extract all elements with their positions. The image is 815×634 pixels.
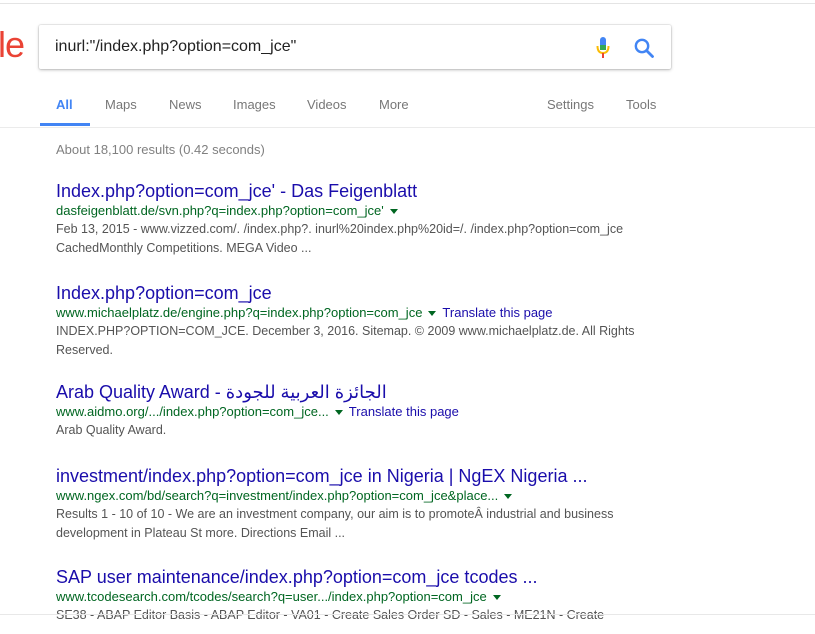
tab-news[interactable]: News [169,97,202,112]
caret-down-icon[interactable] [504,494,513,500]
tab-more[interactable]: More [379,97,409,112]
translate-link[interactable]: Translate this page [442,305,552,320]
search-tabs: All Maps News Images Videos More Setting… [40,86,815,126]
result-url-line: www.michaelplatz.de/engine.php?q=index.p… [56,304,676,322]
bottom-divider [0,614,815,615]
search-result: SAP user maintenance/index.php?option=co… [56,566,676,620]
result-url-line: dasfeigenblatt.de/svn.php?q=index.php?op… [56,202,676,220]
caret-down-icon[interactable] [334,410,343,416]
tab-videos[interactable]: Videos [307,97,347,112]
result-snippet: Feb 13, 2015 - www.vizzed.com/. /index.p… [56,222,624,255]
google-logo[interactable]: le [0,27,25,63]
result-stats: About 18,100 results (0.42 seconds) [56,142,265,157]
top-divider [0,3,815,4]
settings-link[interactable]: Settings [547,97,594,112]
search-result: Index.php?option=com_jce www.michaelplat… [56,282,676,360]
microphone-icon[interactable] [595,36,611,60]
result-snippet: INDEX.PHP?OPTION=COM_JCE. December 3, 20… [56,324,635,357]
tab-all[interactable]: All [56,97,73,112]
active-tab-indicator [40,123,90,126]
tools-link[interactable]: Tools [626,97,656,112]
result-url: www.aidmo.org/.../index.php?option=com_j… [56,404,329,419]
caret-down-icon[interactable] [492,595,501,601]
search-icon[interactable] [633,37,655,59]
result-title[interactable]: Index.php?option=com_jce [56,282,676,304]
search-result: Index.php?option=com_jce' - Das Feigenbl… [56,180,676,258]
result-snippet: Arab Quality Award. [56,423,167,437]
caret-down-icon[interactable] [428,311,437,317]
tabs-divider [0,127,815,128]
result-title[interactable]: Index.php?option=com_jce' - Das Feigenbl… [56,180,676,202]
tab-maps[interactable]: Maps [105,97,137,112]
search-input[interactable] [55,36,575,58]
result-title[interactable]: SAP user maintenance/index.php?option=co… [56,566,676,588]
result-url-line: www.tcodesearch.com/tcodes/search?q=user… [56,588,676,606]
result-url-line: www.ngex.com/bd/search?q=investment/inde… [56,487,676,505]
result-url-line: www.aidmo.org/.../index.php?option=com_j… [56,403,676,421]
translate-link[interactable]: Translate this page [349,404,459,419]
result-snippet: Results 1 - 10 of 10 - We are an investm… [56,507,614,540]
result-url: www.ngex.com/bd/search?q=investment/inde… [56,488,499,503]
result-url: dasfeigenblatt.de/svn.php?q=index.php?op… [56,203,384,218]
result-url: www.tcodesearch.com/tcodes/search?q=user… [56,589,487,604]
search-result: Arab Quality Award - الجائزة العربية للج… [56,381,676,440]
tab-images[interactable]: Images [233,97,276,112]
caret-down-icon[interactable] [389,209,398,215]
result-title[interactable]: investment/index.php?option=com_jce in N… [56,465,676,487]
search-result: investment/index.php?option=com_jce in N… [56,465,676,543]
result-title[interactable]: Arab Quality Award - الجائزة العربية للج… [56,381,676,403]
result-url: www.michaelplatz.de/engine.php?q=index.p… [56,305,423,320]
search-box [39,25,671,69]
result-snippet: SE38 - ABAP Editor Basis - ABAP Editor -… [56,608,605,620]
